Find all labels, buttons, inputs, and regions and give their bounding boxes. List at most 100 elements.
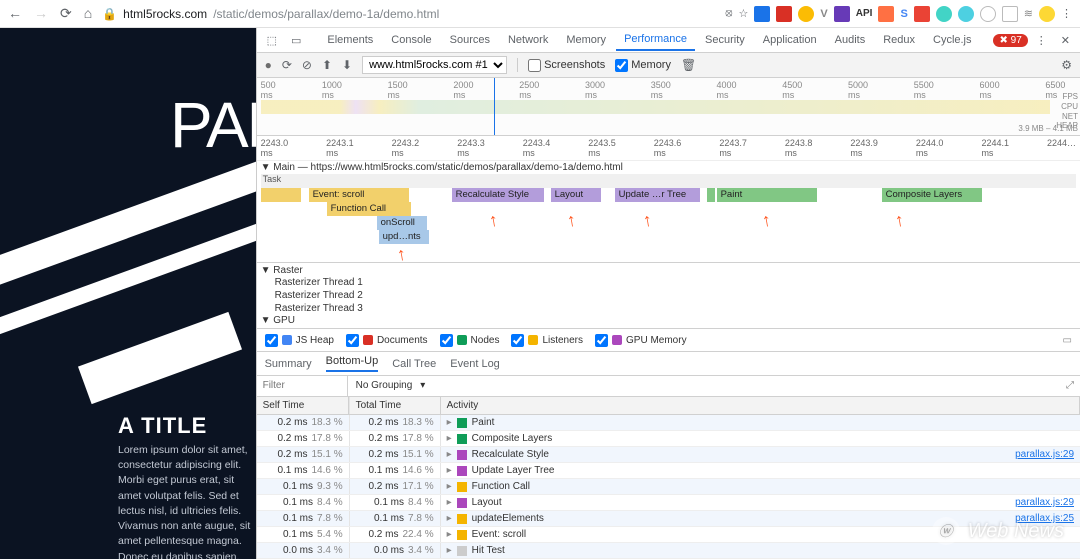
record-icon[interactable]: ● bbox=[265, 58, 272, 72]
close-icon[interactable]: ✕ bbox=[1055, 34, 1076, 47]
th-self-time[interactable]: Self Time bbox=[257, 397, 349, 414]
raster-label[interactable]: ▼ Raster bbox=[261, 265, 1076, 276]
raster-thread[interactable]: Rasterizer Thread 2 bbox=[261, 289, 1076, 302]
flame-chart[interactable]: Task Event: scroll Function Call onScrol… bbox=[257, 174, 1080, 263]
address-bar[interactable]: 🔒 html5rocks.com/static/demos/parallax/d… bbox=[102, 7, 442, 21]
back-icon[interactable]: ← bbox=[8, 5, 22, 22]
table-row[interactable]: 0.0 ms3.4 % 0.0 ms3.4 % ▸Hit Test bbox=[257, 543, 1080, 559]
inspect-icon[interactable]: ⬚ bbox=[261, 34, 283, 47]
download-icon[interactable]: ⬇ bbox=[342, 58, 352, 72]
raster-thread[interactable]: Rasterizer Thread 1 bbox=[261, 276, 1076, 289]
tab-elements[interactable]: Elements bbox=[319, 30, 381, 50]
flame-composite-layers[interactable]: Composite Layers bbox=[882, 188, 982, 202]
tab-summary[interactable]: Summary bbox=[265, 358, 312, 370]
mem-legend-item[interactable]: JS Heap bbox=[265, 334, 334, 347]
flame-paint[interactable] bbox=[707, 188, 715, 202]
mem-legend-item[interactable]: GPU Memory bbox=[595, 334, 687, 347]
th-total-time[interactable]: Total Time bbox=[349, 397, 441, 414]
flame-event-scroll[interactable]: Event: scroll bbox=[309, 188, 409, 202]
tab-memory[interactable]: Memory bbox=[558, 30, 614, 50]
ext-icon[interactable] bbox=[878, 6, 894, 22]
gear-icon[interactable]: ⚙ bbox=[1061, 58, 1072, 72]
home-icon[interactable]: ⌂ bbox=[84, 5, 92, 22]
filter-bar: No Grouping▾ ⤢ bbox=[257, 376, 1080, 397]
playhead[interactable] bbox=[494, 78, 495, 135]
gpu-label[interactable]: ▼ GPU bbox=[261, 315, 1076, 326]
table-row[interactable]: 0.1 ms8.4 % 0.1 ms8.4 % ▸Layout parallax… bbox=[257, 495, 1080, 511]
annotation-arrow-icon: ↑ bbox=[395, 244, 408, 266]
mem-legend-item[interactable]: Nodes bbox=[440, 334, 500, 347]
tab-sources[interactable]: Sources bbox=[442, 30, 498, 50]
flame-block[interactable] bbox=[261, 188, 301, 202]
tab-console[interactable]: Console bbox=[383, 30, 439, 50]
screenshots-toggle[interactable]: Screenshots bbox=[528, 59, 605, 72]
upload-icon[interactable]: ⬆ bbox=[322, 58, 332, 72]
devtools-tabs: ⬚ ▭ Elements Console Sources Network Mem… bbox=[257, 28, 1080, 53]
expand-icon[interactable]: ⤢ bbox=[1060, 380, 1080, 391]
ext-icon[interactable] bbox=[798, 6, 814, 22]
ext-icon[interactable] bbox=[980, 6, 996, 22]
lock-icon: 🔒 bbox=[102, 7, 117, 21]
ext-icon[interactable]: API bbox=[856, 8, 873, 19]
ext-icon[interactable] bbox=[936, 6, 952, 22]
grouping-select[interactable]: No Grouping▾ bbox=[348, 380, 434, 391]
ext-icon[interactable] bbox=[1002, 6, 1018, 22]
flame-update-layer-tree[interactable]: Update …r Tree bbox=[615, 188, 700, 202]
memory-toggle[interactable]: Memory bbox=[615, 59, 671, 72]
tab-event-log[interactable]: Event Log bbox=[450, 358, 500, 370]
tab-bottom-up[interactable]: Bottom-Up bbox=[326, 355, 379, 372]
ext-icon[interactable]: ≋ bbox=[1024, 7, 1033, 20]
table-row[interactable]: 0.2 ms15.1 % 0.2 ms15.1 % ▸Recalculate S… bbox=[257, 447, 1080, 463]
reload-record-icon[interactable]: ⟳ bbox=[282, 58, 292, 72]
ext-icon[interactable] bbox=[776, 6, 792, 22]
table-row[interactable]: 0.1 ms14.6 % 0.1 ms14.6 % ▸Update Layer … bbox=[257, 463, 1080, 479]
source-select[interactable]: www.html5rocks.com #1 bbox=[362, 56, 507, 74]
star-icon[interactable]: ☆ bbox=[739, 7, 749, 20]
tab-security[interactable]: Security bbox=[697, 30, 753, 50]
flame-paint[interactable]: Paint bbox=[717, 188, 817, 202]
ext-icon[interactable] bbox=[914, 6, 930, 22]
translate-icon[interactable]: ⦻ bbox=[725, 7, 732, 20]
error-badge[interactable]: ✖ 97 bbox=[993, 34, 1027, 47]
forward-icon[interactable]: → bbox=[34, 5, 48, 22]
flame-update-elements[interactable]: upd…nts bbox=[379, 230, 429, 244]
flame-function-call[interactable]: Function Call bbox=[327, 202, 411, 216]
flame-layout[interactable]: Layout bbox=[551, 188, 601, 202]
tab-audits[interactable]: Audits bbox=[827, 30, 874, 50]
clear-icon[interactable]: ⊘ bbox=[302, 58, 312, 72]
raster-thread[interactable]: Rasterizer Thread 3 bbox=[261, 302, 1076, 315]
overview-timeline[interactable]: 500 ms1000 ms1500 ms2000 ms2500 ms3000 m… bbox=[257, 78, 1080, 136]
tab-call-tree[interactable]: Call Tree bbox=[392, 358, 436, 370]
expand-icon[interactable]: ▭ bbox=[1063, 335, 1072, 346]
th-activity[interactable]: Activity bbox=[441, 397, 1080, 414]
main-thread-label[interactable]: ▼ Main — https://www.html5rocks.com/stat… bbox=[257, 161, 1080, 174]
ext-icon[interactable] bbox=[1039, 6, 1055, 22]
trash-icon[interactable]: 🗑 bbox=[681, 58, 696, 72]
ext-icon[interactable] bbox=[834, 6, 850, 22]
tab-performance[interactable]: Performance bbox=[616, 29, 695, 51]
annotation-arrow-icon: ↑ bbox=[893, 210, 906, 232]
tab-cyclejs[interactable]: Cycle.js bbox=[925, 30, 980, 50]
ext-icon[interactable] bbox=[958, 6, 974, 22]
flame-recalculate-style[interactable]: Recalculate Style bbox=[452, 188, 544, 202]
tab-network[interactable]: Network bbox=[500, 30, 556, 50]
mem-legend-item[interactable]: Documents bbox=[346, 334, 428, 347]
tab-redux[interactable]: Redux bbox=[875, 30, 923, 50]
ext-icon[interactable]: S bbox=[900, 8, 907, 20]
reload-icon[interactable]: ⟳ bbox=[60, 5, 72, 22]
filter-input[interactable] bbox=[257, 377, 347, 394]
ov-fps-label: FPS bbox=[1056, 92, 1078, 102]
mem-legend-item[interactable]: Listeners bbox=[511, 334, 583, 347]
table-row[interactable]: 0.2 ms18.3 % 0.2 ms18.3 % ▸Paint bbox=[257, 415, 1080, 431]
device-icon[interactable]: ▭ bbox=[285, 34, 307, 47]
tab-application[interactable]: Application bbox=[755, 30, 825, 50]
menu-icon[interactable]: ⋮ bbox=[1061, 7, 1072, 20]
table-row[interactable]: 0.1 ms9.3 % 0.2 ms17.1 % ▸Function Call bbox=[257, 479, 1080, 495]
flame-onscroll[interactable]: onScroll bbox=[377, 216, 427, 230]
ext-icon[interactable]: V bbox=[820, 8, 827, 20]
ext-icon[interactable] bbox=[754, 6, 770, 22]
memory-legend: JS Heap Documents Nodes Listeners GPU Memory… bbox=[257, 329, 1080, 352]
more-icon[interactable]: ⋮ bbox=[1030, 34, 1053, 47]
annotation-arrow-icon: ↑ bbox=[487, 210, 500, 232]
table-row[interactable]: 0.2 ms17.8 % 0.2 ms17.8 % ▸Composite Lay… bbox=[257, 431, 1080, 447]
